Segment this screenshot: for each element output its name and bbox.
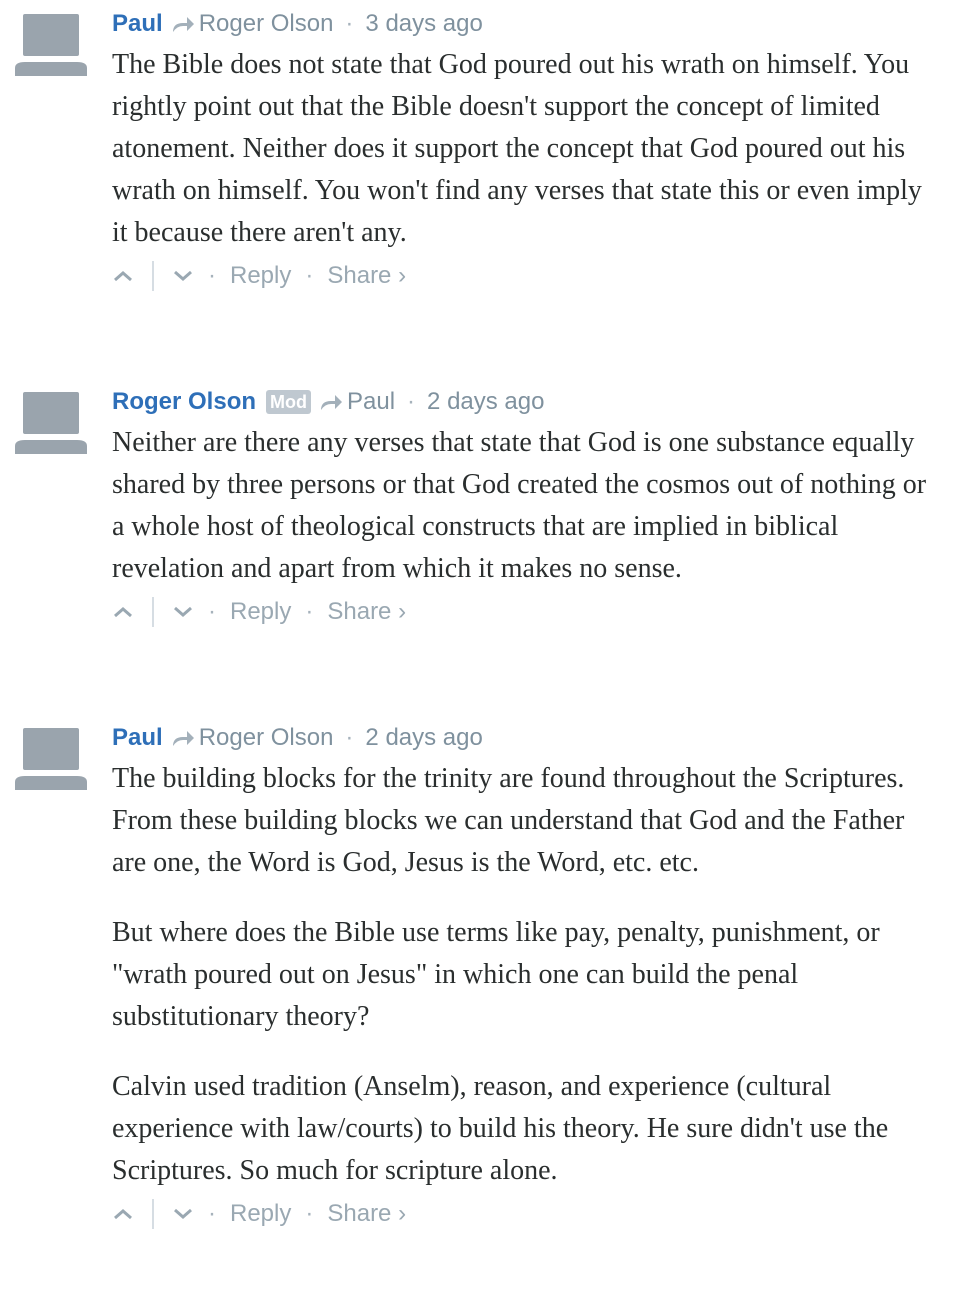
- separator-dot: ·: [208, 1200, 216, 1227]
- reply-arrow-icon: [171, 728, 195, 748]
- separator-dot: ·: [345, 10, 354, 37]
- comment-paragraph: Neither are there any verses that state …: [112, 427, 927, 584]
- downvote-icon[interactable]: [172, 597, 194, 627]
- vote-divider: [152, 1199, 154, 1229]
- author-name[interactable]: Roger Olson: [112, 388, 256, 416]
- vote-divider: [152, 597, 154, 627]
- reply-arrow-icon: [319, 392, 343, 412]
- reply-to-name[interactable]: Roger Olson: [199, 724, 334, 752]
- share-button[interactable]: Share ›: [327, 1200, 406, 1228]
- default-avatar-icon: [15, 718, 87, 790]
- separator-dot: ·: [345, 724, 354, 751]
- comment-body: The building blocks for the trinity are …: [112, 758, 932, 1192]
- default-avatar-icon: [15, 4, 87, 76]
- avatar[interactable]: [15, 718, 87, 790]
- share-button[interactable]: Share ›: [327, 262, 406, 290]
- author-name[interactable]: Paul: [112, 724, 163, 752]
- reply-to-name[interactable]: Roger Olson: [199, 10, 334, 38]
- downvote-icon[interactable]: [172, 1199, 194, 1229]
- share-button[interactable]: Share ›: [327, 598, 406, 626]
- comment-footer: · Reply · Share ›: [112, 256, 932, 296]
- comment-content: Paul Roger Olson · 3 days ago The Bible …: [112, 4, 932, 296]
- comment-paragraph: But where does the Bible use terms like …: [112, 917, 880, 1032]
- upvote-icon[interactable]: [112, 597, 134, 627]
- comment-paragraph: The building blocks for the trinity are …: [112, 763, 905, 878]
- avatar[interactable]: [15, 4, 87, 76]
- comment-header: Paul Roger Olson · 3 days ago: [112, 4, 932, 44]
- comment-header: Paul Roger Olson · 2 days ago: [112, 718, 932, 758]
- separator-dot: ·: [407, 388, 416, 415]
- reply-button[interactable]: Reply: [230, 1200, 291, 1228]
- upvote-icon[interactable]: [112, 261, 134, 291]
- comment-header: Roger Olson Mod Paul · 2 days ago: [112, 382, 932, 422]
- reply-button[interactable]: Reply: [230, 262, 291, 290]
- separator-dot: ·: [305, 1200, 314, 1227]
- vote-divider: [152, 261, 154, 291]
- separator-dot: ·: [305, 262, 314, 289]
- default-avatar-icon: [15, 382, 87, 454]
- upvote-icon[interactable]: [112, 1199, 134, 1229]
- mod-badge: Mod: [266, 390, 311, 414]
- separator-dot: ·: [208, 262, 216, 289]
- separator-dot: ·: [305, 598, 314, 625]
- comment-paragraph: The Bible does not state that God poured…: [112, 49, 922, 248]
- timestamp[interactable]: 2 days ago: [427, 388, 544, 416]
- comment-paragraph: Calvin used tradition (Anselm), reason, …: [112, 1071, 889, 1186]
- avatar[interactable]: [15, 382, 87, 454]
- comment-body: Neither are there any verses that state …: [112, 422, 932, 590]
- comment-content: Roger Olson Mod Paul · 2 days ago Neithe…: [112, 382, 932, 632]
- timestamp[interactable]: 2 days ago: [365, 724, 482, 752]
- separator-dot: ·: [208, 598, 216, 625]
- reply-button[interactable]: Reply: [230, 598, 291, 626]
- downvote-icon[interactable]: [172, 261, 194, 291]
- author-name[interactable]: Paul: [112, 10, 163, 38]
- comment-content: Paul Roger Olson · 2 days ago The buildi…: [112, 718, 932, 1234]
- comment-footer: · Reply · Share ›: [112, 1194, 932, 1234]
- comment-body: The Bible does not state that God poured…: [112, 44, 932, 254]
- reply-arrow-icon: [171, 14, 195, 34]
- reply-to-name[interactable]: Paul: [347, 388, 395, 416]
- timestamp[interactable]: 3 days ago: [365, 10, 482, 38]
- comment-footer: · Reply · Share ›: [112, 592, 932, 632]
